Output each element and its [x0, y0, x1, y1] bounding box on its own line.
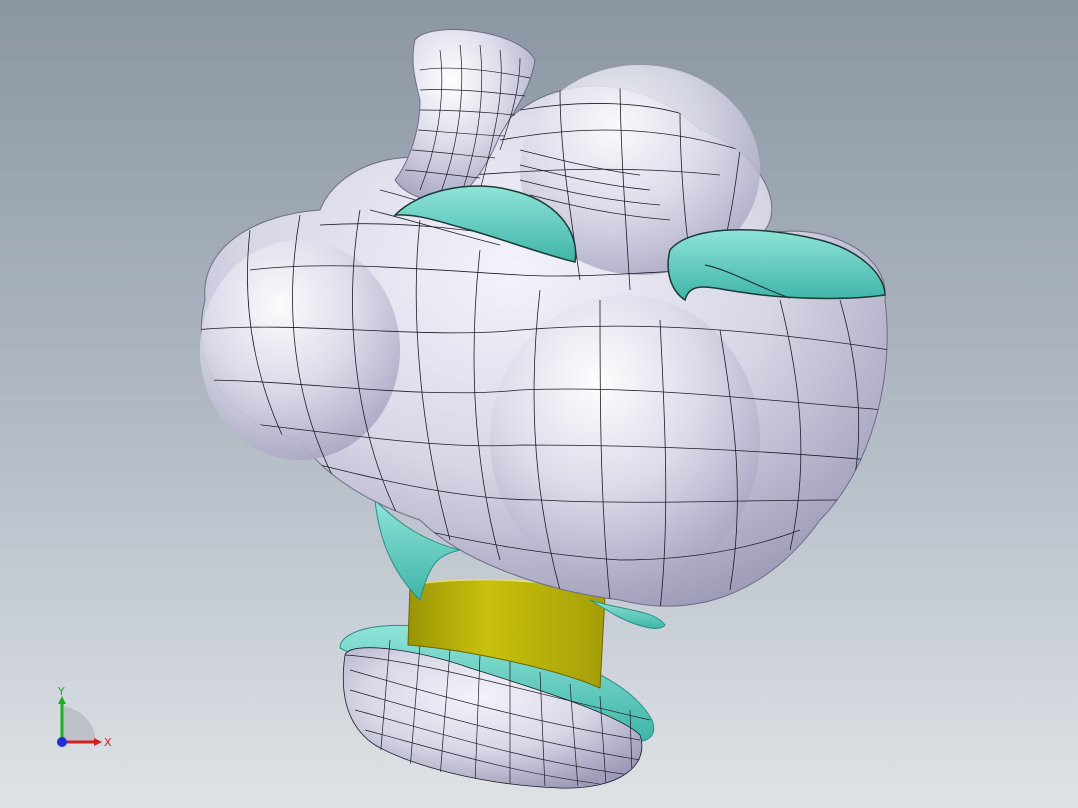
y-axis-label: Y	[57, 685, 65, 698]
axis-triad: Y X	[44, 684, 124, 754]
x-axis-label: X	[104, 736, 112, 749]
front-lobe-left	[200, 240, 400, 460]
main-body-part[interactable]	[195, 65, 890, 610]
3d-model-view[interactable]	[0, 0, 1078, 808]
z-axis-dot	[57, 737, 67, 747]
x-axis-arrow	[94, 738, 102, 746]
cad-graphics-viewport[interactable]: Y X	[0, 0, 1078, 808]
front-lobe-right	[490, 295, 760, 585]
axis-triad-graphic: Y X	[57, 685, 112, 749]
